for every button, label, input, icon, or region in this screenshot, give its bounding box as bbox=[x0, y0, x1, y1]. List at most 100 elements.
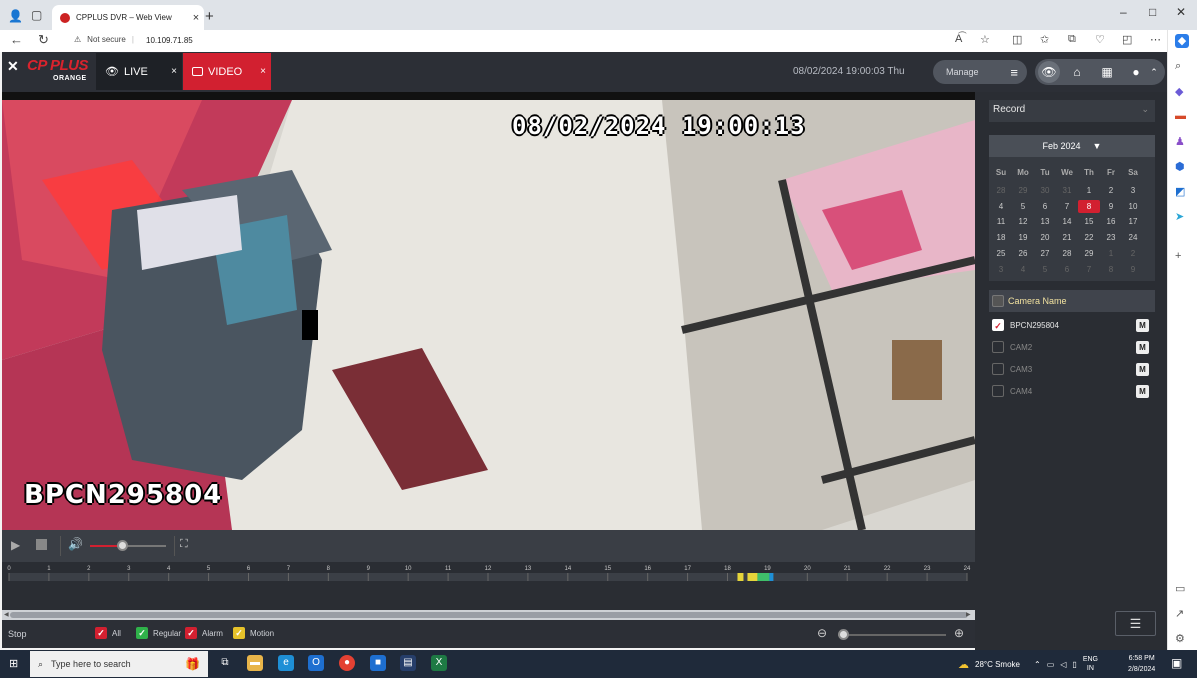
security-indicator[interactable]: ⚠ Not secure | bbox=[74, 35, 134, 44]
calendar-day[interactable]: 7 bbox=[1078, 263, 1100, 276]
calendar-header[interactable]: Feb 2024 ▼ bbox=[989, 135, 1155, 157]
chevron-up-icon[interactable]: ⌃ bbox=[1143, 61, 1165, 83]
taskbar-clock[interactable]: 6:58 PM 2/8/2024 bbox=[1128, 653, 1155, 675]
calendar-day[interactable]: 16 bbox=[1100, 215, 1122, 228]
tools-icon[interactable]: ▬ bbox=[1175, 110, 1189, 124]
calendar-day[interactable]: 12 bbox=[1012, 215, 1034, 228]
add-sidebar-icon[interactable]: + bbox=[1175, 250, 1189, 264]
zoom-out-icon[interactable]: ⊖ bbox=[817, 626, 827, 640]
calendar-day[interactable]: 7 bbox=[1056, 200, 1078, 213]
calendar-day[interactable]: 1 bbox=[1100, 247, 1122, 260]
timeline[interactable]: 0 1 2 3 4 5 6 7 8 9 10 11 12 13 14 15 16 17 18 19 20 21 22 23 24 bbox=[2, 562, 975, 610]
battery-icon[interactable]: ▯ bbox=[1072, 660, 1076, 669]
calendar-day[interactable]: 21 bbox=[1056, 231, 1078, 244]
zoom-slider-track[interactable] bbox=[838, 634, 946, 636]
sidebar-toggle-icon[interactable]: ▭ bbox=[1175, 582, 1189, 596]
shopping-icon[interactable]: ◆ bbox=[1175, 85, 1189, 99]
drop-icon[interactable]: ➤ bbox=[1175, 210, 1189, 224]
new-tab-button[interactable]: + bbox=[205, 8, 214, 25]
weather-text[interactable]: 28°C Smoke bbox=[975, 660, 1020, 669]
settings-gear-icon[interactable]: ⚙ bbox=[1175, 632, 1189, 646]
manage-button[interactable]: Manage ≡ bbox=[933, 60, 1027, 84]
open-external-icon[interactable]: ↗ bbox=[1175, 607, 1189, 621]
calendar-day[interactable]: 28 bbox=[990, 184, 1012, 197]
camera-checkbox[interactable] bbox=[992, 363, 1004, 375]
calendar-day[interactable]: 4 bbox=[1012, 263, 1034, 276]
layout-icon[interactable]: ▦ bbox=[1096, 61, 1118, 83]
camera-m-button[interactable]: M bbox=[1136, 340, 1149, 354]
camera-row[interactable]: CAM4 M bbox=[989, 381, 1155, 401]
language-indicator[interactable]: ENG IN bbox=[1083, 655, 1098, 673]
close-tab-icon[interactable]: × bbox=[188, 12, 204, 24]
checkbox-motion-icon[interactable]: ✓ bbox=[233, 627, 245, 639]
calendar-day[interactable]: 17 bbox=[1122, 215, 1144, 228]
calendar-day[interactable]: 14 bbox=[1056, 215, 1078, 228]
chevron-up-icon[interactable]: ⌃ bbox=[1034, 660, 1041, 669]
calendar-day[interactable]: 2 bbox=[1100, 184, 1122, 197]
scroll-right-icon[interactable]: ▶ bbox=[966, 611, 971, 618]
volume-icon[interactable]: 🔊 bbox=[68, 537, 83, 551]
calendar-day[interactable]: 15 bbox=[1078, 215, 1100, 228]
camera-checkbox[interactable]: ✓ bbox=[992, 319, 1004, 331]
split-screen-icon[interactable]: ◫ bbox=[1012, 33, 1022, 46]
calendar-day[interactable]: 1 bbox=[1078, 184, 1100, 197]
microsoft365-icon[interactable]: ⬢ bbox=[1175, 160, 1189, 174]
browser-essentials-icon[interactable]: ◰ bbox=[1122, 33, 1132, 46]
filter-motion[interactable]: ✓ Motion bbox=[233, 627, 274, 639]
search-icon[interactable]: ⌕ bbox=[1175, 60, 1189, 74]
collections-icon[interactable]: ⧉ bbox=[1068, 33, 1076, 46]
calendar-day[interactable]: 9 bbox=[1122, 263, 1144, 276]
recording-segment-regular[interactable] bbox=[757, 573, 770, 581]
calendar-day[interactable]: 3 bbox=[990, 263, 1012, 276]
stop-icon[interactable] bbox=[36, 539, 47, 550]
calendar-day[interactable]: 20 bbox=[1034, 231, 1056, 244]
windows-start-icon[interactable]: ⊞ bbox=[9, 657, 18, 670]
copilot-icon[interactable]: ◆ bbox=[1175, 34, 1189, 48]
calendar-day[interactable]: 4 bbox=[990, 200, 1012, 213]
store-icon[interactable]: ■ bbox=[370, 655, 386, 671]
play-icon[interactable]: ▶ bbox=[11, 538, 20, 552]
refresh-icon[interactable]: ↻ bbox=[38, 32, 49, 48]
calendar-day[interactable]: 13 bbox=[1034, 215, 1056, 228]
tab-actions-icon[interactable]: ▢ bbox=[31, 8, 42, 22]
calendar-day[interactable]: 6 bbox=[1056, 263, 1078, 276]
outlook-app-icon[interactable]: O bbox=[308, 655, 324, 671]
file-explorer-icon[interactable]: ▬ bbox=[247, 655, 263, 671]
select-all-cameras-checkbox[interactable] bbox=[992, 295, 1004, 307]
checkbox-all-icon[interactable]: ✓ bbox=[95, 627, 107, 639]
calendar-day[interactable]: 24 bbox=[1122, 231, 1144, 244]
app-icon[interactable]: ▤ bbox=[400, 655, 416, 671]
recording-segment-motion[interactable] bbox=[737, 573, 744, 581]
minimize-button[interactable]: – bbox=[1120, 5, 1127, 19]
maximize-button[interactable]: □ bbox=[1149, 5, 1156, 19]
calendar-day[interactable]: 31 bbox=[1056, 184, 1078, 197]
camera-feed[interactable]: 08/02/2024 19:00:13 BPCN295804 bbox=[2, 100, 975, 530]
calendar-day[interactable]: 8 bbox=[1078, 199, 1100, 213]
recording-segment-motion[interactable] bbox=[747, 573, 758, 581]
close-live-tab-icon[interactable]: × bbox=[171, 66, 177, 77]
zoom-slider-handle[interactable] bbox=[838, 629, 849, 640]
calendar-day[interactable]: 18 bbox=[990, 231, 1012, 244]
favorites-icon[interactable]: ✩ bbox=[1040, 33, 1049, 46]
filter-regular[interactable]: ✓ Regular bbox=[136, 627, 181, 639]
calendar-day[interactable]: 30 bbox=[1034, 184, 1056, 197]
calendar-day[interactable]: 25 bbox=[990, 247, 1012, 260]
camera-checkbox[interactable] bbox=[992, 341, 1004, 353]
network-icon[interactable]: ▭ bbox=[1047, 660, 1055, 669]
browser-tab-cpplus[interactable]: CPPLUS DVR – Web View × bbox=[52, 5, 204, 30]
extensions-icon[interactable]: ♡ bbox=[1095, 33, 1105, 46]
chrome-icon[interactable]: ● bbox=[339, 655, 355, 671]
excel-icon[interactable]: X bbox=[431, 655, 447, 671]
calendar-day[interactable]: 10 bbox=[1122, 200, 1144, 213]
video-player[interactable]: 08/02/2024 19:00:13 BPCN295804 bbox=[2, 92, 975, 530]
checkbox-regular-icon[interactable]: ✓ bbox=[136, 627, 148, 639]
more-menu-icon[interactable]: ⋯ bbox=[1150, 33, 1161, 46]
back-icon[interactable]: ← bbox=[10, 32, 23, 47]
live-view-icon[interactable]: 👁 bbox=[1038, 61, 1060, 83]
outlook-icon[interactable]: ◩ bbox=[1175, 185, 1189, 199]
notifications-icon[interactable]: ▣ bbox=[1171, 656, 1182, 670]
taskbar-search[interactable]: ⌕ Type here to search 🎁 bbox=[30, 651, 208, 677]
camera-m-button[interactable]: M bbox=[1136, 318, 1149, 332]
close-video-tab-icon[interactable]: × bbox=[260, 66, 266, 77]
games-icon[interactable]: ♟ bbox=[1175, 135, 1189, 149]
